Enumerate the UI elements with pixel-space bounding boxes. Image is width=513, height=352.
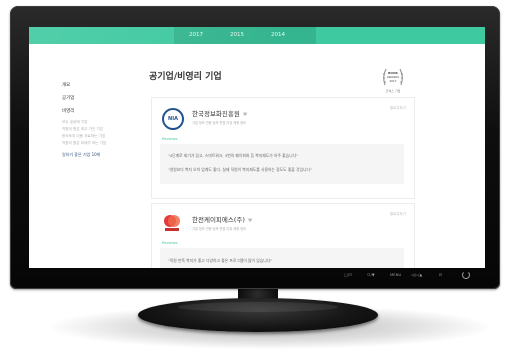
auto-button[interactable]: ⊡ xyxy=(439,272,442,277)
brightness-button[interactable]: ㅁ/▼ xyxy=(367,272,375,278)
award-caption: 코렉스 기업 xyxy=(385,89,401,93)
company-name[interactable]: 한국정보화진흥원 ♥ xyxy=(192,108,247,118)
page-title: 공기업/비영리 기업 xyxy=(149,72,222,82)
reviews-box: "4단계로 회기가 있고, 스마트워크, 3번의 페이퍼와 등 복지제도가 아주… xyxy=(160,144,404,184)
sidebar-subitem-3[interactable]: 한국토지 이용 자료하는 기업 xyxy=(62,134,105,139)
sidebar-item-overview[interactable]: 개요 xyxy=(62,82,70,88)
follow-link[interactable]: 팔로우하기 xyxy=(390,212,406,217)
heart-icon[interactable]: ♥ xyxy=(248,218,252,224)
sidebar-subitem-4[interactable]: 직원이 원은 미래가 보는 기업 xyxy=(62,141,106,146)
adjust-button[interactable]: ◁/▷/▲ xyxy=(411,272,422,277)
review-quote: "직원 만족 복지가 좋고 다양하고 좋은 프로그램이 많이 있습니다" xyxy=(168,258,272,263)
year-tab-2017[interactable]: 2017 xyxy=(189,27,203,44)
kps-logo-icon xyxy=(162,212,182,232)
review-quote: "영원보다 복지 오히 업계도 좋다. 실제 직원이 복지제도를 사용하는 정도… xyxy=(168,167,312,172)
review-quote: "4단계로 회기가 있고, 스마트워크, 3번의 페이퍼와 등 복지제도가 아주… xyxy=(168,153,298,158)
company-meta-links[interactable]: 기업 정보 연봉 정보 면접 리뷰 채용 정보 xyxy=(192,120,246,125)
year-tab-2015[interactable]: 2015 xyxy=(230,27,244,44)
company-name-text[interactable]: 한전케이피에스(주) xyxy=(192,216,245,224)
follow-link[interactable]: 팔로우하기 xyxy=(390,106,406,111)
monitor-control-row: □/ㅁ ㅁ/▼ MENU ◁/▷/▲ ⊡ xyxy=(29,270,485,284)
heart-icon[interactable]: ♥ xyxy=(243,112,247,118)
stand-highlight xyxy=(178,302,338,312)
monitor-screen: 2017 2015 2014 공기업/비영리 기업 BOOK AWARDS 20… xyxy=(29,27,485,268)
sidebar-subitem-1[interactable]: 모두 공공에 기업 xyxy=(62,120,87,125)
sidebar-item-nonprofit[interactable]: 비영리 xyxy=(62,108,74,114)
sidebar-link-top10[interactable]: 일하기 좋은 기업 10위 xyxy=(62,152,100,158)
company-name-text[interactable]: 한국정보화진흥원 xyxy=(192,110,240,118)
sidebar-item-public[interactable]: 공기업 xyxy=(62,95,74,101)
year-tab-2014[interactable]: 2014 xyxy=(271,27,285,44)
reviews-label: Reviews xyxy=(162,240,178,245)
reviews-box: "직원 만족 복지가 좋고 다양하고 좋은 프로그램이 많이 있습니다" xyxy=(160,248,404,268)
reviews-label: Reviews xyxy=(162,136,178,141)
award-badge-icon: BOOK AWARDS 2017 xyxy=(381,65,405,89)
sidebar-subitem-2[interactable]: 직원이 원은 최고 가진 기업 xyxy=(62,127,103,132)
company-name[interactable]: 한전케이피에스(주) ♥ xyxy=(192,214,252,224)
company-meta-links[interactable]: 기업 정보 연봉 정보 면접 리뷰 채용 정보 xyxy=(192,226,246,231)
input-button[interactable]: □/ㅁ xyxy=(344,272,352,278)
award-year-text: 2017 xyxy=(389,79,396,83)
year-nav-bar: 2017 2015 2014 xyxy=(29,27,485,44)
menu-button[interactable]: MENU xyxy=(390,272,401,277)
company-card-nia: NIA 한국정보화진흥원 ♥ 기업 정보 연봉 정보 면접 리뷰 채용 정보 팔로… xyxy=(151,97,415,199)
nia-logo-icon: NIA xyxy=(162,108,184,130)
power-icon[interactable] xyxy=(462,271,470,279)
company-card-kps: 한전케이피에스(주) ♥ 기업 정보 연봉 정보 면접 리뷰 채용 정보 팔로우하… xyxy=(151,203,415,268)
